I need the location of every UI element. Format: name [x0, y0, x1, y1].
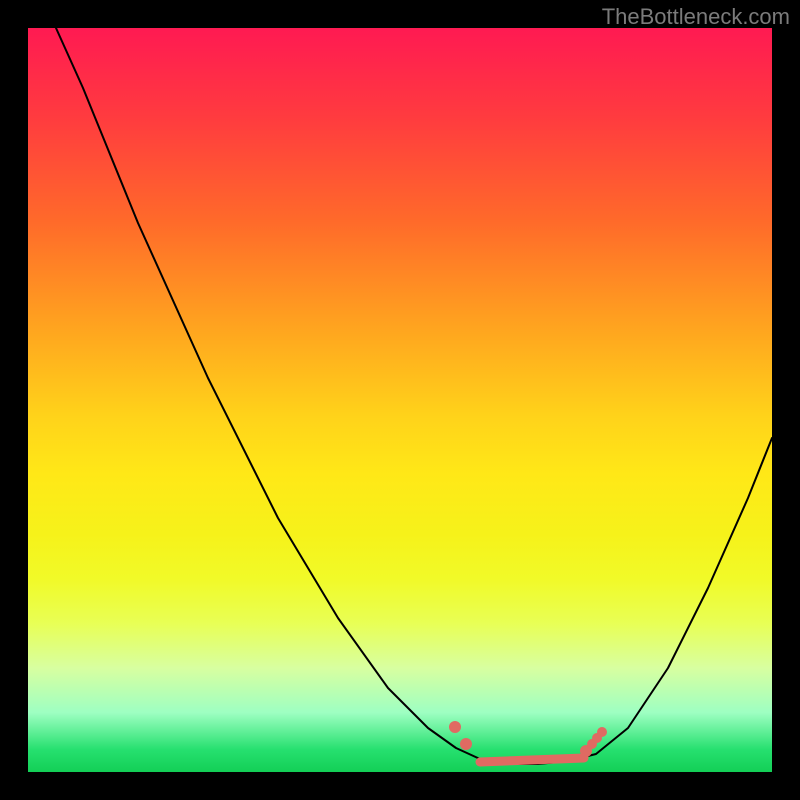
highlight-dot — [449, 721, 461, 733]
bottleneck-curve — [56, 28, 772, 764]
chart-svg — [28, 28, 772, 772]
optimal-zone-line — [480, 758, 584, 762]
watermark-text: TheBottleneck.com — [602, 4, 790, 30]
highlight-dot — [460, 738, 472, 750]
highlight-dot — [597, 727, 607, 737]
optimal-zone-dots — [449, 721, 607, 757]
chart-frame: TheBottleneck.com — [0, 0, 800, 800]
plot-area — [28, 28, 772, 772]
